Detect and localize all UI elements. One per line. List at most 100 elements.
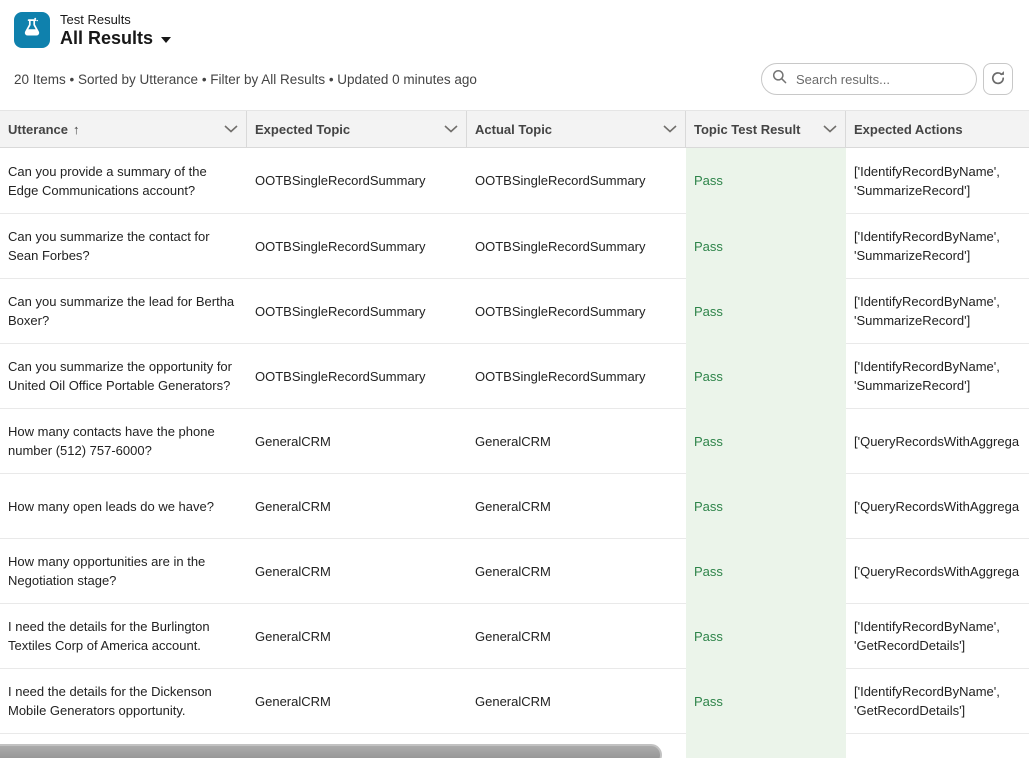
cell-text: ['IdentifyRecordByName', 'GetRecordDetai… [854,682,1029,720]
status-badge: Pass [694,627,723,646]
column-label: Expected Topic [255,122,350,137]
column-label: Topic Test Result [694,122,800,137]
cell-expected-topic: GeneralCRM [247,668,467,733]
cell-expected-topic: OOTBSingleRecordSummary [247,343,467,408]
cell-text: ['IdentifyRecordByName', 'SummarizeRecor… [854,357,1029,395]
cell-text: OOTBSingleRecordSummary [475,302,646,321]
column-header-expected-actions[interactable]: Expected Actions [846,111,1029,147]
search-box[interactable] [761,63,977,95]
cell-expected-topic: OOTBSingleRecordSummary [247,148,467,213]
cell-text: GeneralCRM [475,627,551,646]
cell-utterance: How many open leads do we have? [0,473,247,538]
title-block: Test Results All Results [60,12,171,49]
chevron-down-icon[interactable] [657,125,677,133]
cell-utterance: Can you summarize the contact for Sean F… [0,213,247,278]
table-body: Can you provide a summary of the Edge Co… [0,148,1029,758]
list-summary: 20 Items • Sorted by Utterance • Filter … [14,72,477,87]
cell-text: How many contacts have the phone number … [8,422,239,460]
cell-result: Pass [686,343,846,408]
table-row[interactable]: Can you summarize the contact for Sean F… [0,213,1029,278]
list-view-selector[interactable]: All Results [60,28,171,49]
cell-text: GeneralCRM [255,562,331,581]
column-header-actual-topic[interactable]: Actual Topic [467,111,686,147]
cell-expected-actions: ['IdentifyRecordByName', 'SummarizeRecor… [846,148,1029,213]
search-input[interactable] [794,71,966,88]
cell-text: OOTBSingleRecordSummary [475,237,646,256]
table-row[interactable]: Can you summarize the lead for Bertha Bo… [0,278,1029,343]
cell-text: I need the details for the Dickenson Mob… [8,682,239,720]
cell-utterance: Can you provide a summary of the Edge Co… [0,148,247,213]
cell-expected-actions: ['QueryRecordsWithAggrega [846,538,1029,603]
chevron-down-icon[interactable] [218,125,238,133]
cell-result: Pass [686,278,846,343]
status-badge: Pass [694,237,723,256]
refresh-button[interactable] [983,63,1013,95]
table-row[interactable]: How many opportunities are in the Negoti… [0,538,1029,603]
object-label: Test Results [60,12,171,28]
horizontal-scrollbar-thumb[interactable] [0,744,662,758]
table-row[interactable]: How many contacts have the phone number … [0,408,1029,473]
status-badge: Pass [694,432,723,451]
cell-expected-topic: OOTBSingleRecordSummary [247,213,467,278]
chevron-down-icon[interactable] [817,125,837,133]
cell-utterance: Can you summarize the opportunity for Un… [0,343,247,408]
results-table: Utterance ↑ Expected Topic Actual Topic Topi… [0,110,1029,758]
table-row[interactable]: I need the details for the Dickenson Mob… [0,668,1029,733]
cell-expected-actions: ['IdentifyRecordByName', 'GetRecordDetai… [846,603,1029,668]
cell-text: GeneralCRM [255,497,331,516]
cell-utterance: I need the details for the Burlington Te… [0,603,247,668]
cell-expected-topic: GeneralCRM [247,408,467,473]
cell-text: OOTBSingleRecordSummary [475,171,646,190]
cell-expected-actions: ['IdentifyRecordByName', 'SummarizeRecor… [846,343,1029,408]
cell-actual-topic: OOTBSingleRecordSummary [467,148,686,213]
cell-text: GeneralCRM [475,692,551,711]
table-row[interactable]: Can you provide a summary of the Edge Co… [0,148,1029,213]
cell-result: Pass [686,473,846,538]
cell-actual-topic: GeneralCRM [467,668,686,733]
page-header: Test Results All Results [0,0,1029,48]
cell-utterance: I need the details for the Dickenson Mob… [0,668,247,733]
cell-result: Pass [686,213,846,278]
cell-result: Pass [686,668,846,733]
cell-text: OOTBSingleRecordSummary [255,302,426,321]
cell-result: Pass [686,148,846,213]
list-view-label: All Results [60,28,153,49]
cell-text: ['IdentifyRecordByName', 'SummarizeRecor… [854,292,1029,330]
cell-text: GeneralCRM [255,627,331,646]
column-header-utterance[interactable]: Utterance ↑ [0,111,247,147]
cell-result: Pass [686,538,846,603]
cell-actual-topic: GeneralCRM [467,603,686,668]
cell-actual-topic: GeneralCRM [467,408,686,473]
cell-result: Pass [686,603,846,668]
refresh-icon [990,70,1006,89]
column-header-topic-test-result[interactable]: Topic Test Result [686,111,846,147]
chevron-down-icon[interactable] [438,125,458,133]
status-badge: Pass [694,171,723,190]
column-label: Utterance [8,122,68,137]
cell-text: Can you provide a summary of the Edge Co… [8,162,239,200]
table-row[interactable]: Can you summarize the opportunity for Un… [0,343,1029,408]
cell-actual-topic: GeneralCRM [467,473,686,538]
cell-utterance: How many opportunities are in the Negoti… [0,538,247,603]
cell-utterance: Can you summarize the lead for Bertha Bo… [0,278,247,343]
cell-text: GeneralCRM [475,562,551,581]
cell-expected-actions: ['IdentifyRecordByName', 'SummarizeRecor… [846,213,1029,278]
cell-text: GeneralCRM [255,432,331,451]
cell-utterance: How many contacts have the phone number … [0,408,247,473]
status-badge: Pass [694,562,723,581]
cell-expected-actions: ['IdentifyRecordByName', 'GetRecordDetai… [846,668,1029,733]
cell-actual-topic: GeneralCRM [467,538,686,603]
column-header-expected-topic[interactable]: Expected Topic [247,111,467,147]
table-header-row: Utterance ↑ Expected Topic Actual Topic Topi… [0,110,1029,148]
test-results-page: Test Results All Results 20 Items • Sort… [0,0,1029,758]
cell-actual-topic: OOTBSingleRecordSummary [467,213,686,278]
cell-text: OOTBSingleRecordSummary [255,367,426,386]
cell-text: How many opportunities are in the Negoti… [8,552,239,590]
cell-text: Can you summarize the opportunity for Un… [8,357,239,395]
sort-ascending-icon: ↑ [73,122,80,137]
cell-expected-actions: ['QueryRecordsWithAggrega [846,408,1029,473]
table-row[interactable]: I need the details for the Burlington Te… [0,603,1029,668]
table-row[interactable]: How many open leads do we have? GeneralCR… [0,473,1029,538]
cell-text: ['QueryRecordsWithAggrega [854,432,1019,451]
cell-actual-topic: OOTBSingleRecordSummary [467,278,686,343]
